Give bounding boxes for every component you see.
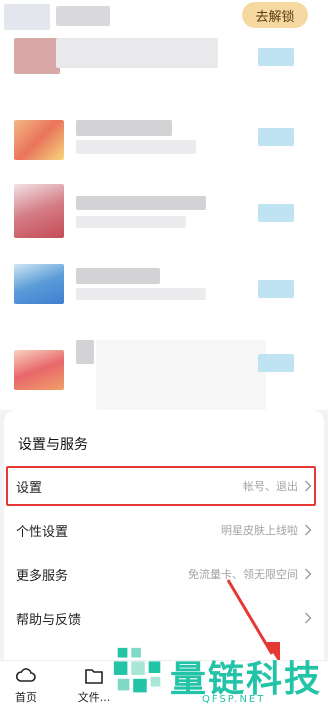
blurred-avatar — [14, 184, 64, 238]
section-title: 设置与服务 — [18, 437, 88, 453]
blurred-text — [76, 196, 206, 210]
settings-row[interactable]: 设置 帐号、退出 — [4, 464, 324, 508]
watermark: 量链科技 QFSP.NET — [106, 638, 328, 710]
blurred-badge — [258, 280, 294, 298]
chevron-right-icon — [305, 568, 312, 580]
blurred-avatar — [4, 4, 50, 30]
nav-label: 首页 — [15, 691, 37, 704]
watermark-logo — [113, 647, 161, 693]
chevron-right-icon — [305, 524, 312, 536]
row-description: 明星皮肤上线啦 — [221, 524, 298, 537]
blurred-avatar — [14, 350, 64, 390]
blurred-text — [56, 6, 110, 26]
blurred-text — [76, 120, 172, 136]
chevron-right-icon — [305, 480, 312, 492]
row-label: 帮助与反馈 — [16, 612, 82, 628]
blurred-badge — [258, 354, 294, 372]
row-label: 个性设置 — [16, 524, 69, 540]
blurred-avatar — [14, 38, 60, 74]
blurred-text — [76, 140, 196, 154]
folder-icon — [85, 669, 103, 684]
watermark-subtitle: QFSP.NET — [202, 694, 266, 705]
unlock-button[interactable]: 去解锁 — [242, 2, 308, 28]
chevron-right-icon — [305, 612, 312, 624]
blurred-text — [96, 340, 266, 410]
blurred-avatar — [14, 264, 64, 304]
blurred-badge — [258, 128, 294, 146]
blurred-badge — [258, 48, 294, 66]
row-label: 设置 — [16, 480, 43, 496]
blurred-text — [56, 38, 218, 68]
row-label: 更多服务 — [16, 568, 69, 584]
blurred-content-list: 去解锁 — [0, 0, 328, 410]
row-description: 帐号、退出 — [243, 480, 298, 493]
nav-item-home[interactable]: 首页 — [6, 663, 46, 707]
personalize-row[interactable]: 个性设置 明星皮肤上线啦 — [4, 508, 324, 552]
blurred-badge — [258, 204, 294, 222]
app-screen: 去解锁 设置与服务 设置 帐号、退出 个性设置 明星皮肤上线啦 更多服务 免流量… — [0, 0, 328, 710]
blurred-text — [76, 216, 186, 228]
blurred-text — [76, 288, 206, 300]
blurred-text — [76, 268, 160, 284]
cloud-icon — [16, 668, 36, 682]
blurred-text — [76, 340, 94, 364]
blurred-avatar — [14, 120, 64, 160]
